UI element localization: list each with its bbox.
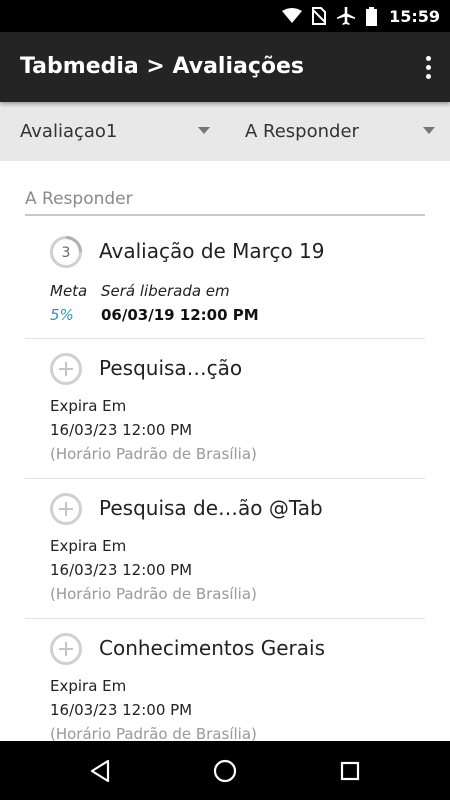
status-time: 15:59 <box>389 6 440 26</box>
progress-count: 3 <box>62 245 71 261</box>
add-circle-icon <box>49 632 83 666</box>
timezone-note: (Horário Padrão de Brasília) <box>50 725 257 741</box>
wifi-icon <box>282 8 303 24</box>
status-bar: 15:59 <box>0 0 450 32</box>
evaluation-list[interactable]: A Responder 3 Avaliação de Março 19 Meta… <box>0 161 450 741</box>
no-sim-icon <box>312 7 327 25</box>
meta-value: 5% <box>50 306 74 324</box>
navigation-bar <box>0 741 450 800</box>
evaluation-card[interactable]: Pesquisa…ção Expira Em 16/03/23 12:00 PM… <box>25 339 425 479</box>
more-vert-icon[interactable] <box>420 52 436 82</box>
release-label: Será liberada em <box>101 282 230 300</box>
status-icons: 15:59 <box>282 4 440 28</box>
status-select[interactable]: A Responder <box>245 102 440 161</box>
card-title: Pesquisa de…ão @Tab <box>99 496 323 520</box>
app-title: Tabmedia > Avaliações <box>20 54 305 79</box>
evaluation-card[interactable]: Pesquisa de…ão @Tab Expira Em 16/03/23 1… <box>25 479 425 619</box>
card-title: Avaliação de Março 19 <box>99 239 325 263</box>
expire-date: 16/03/23 12:00 PM <box>50 561 193 579</box>
progress-circle-icon: 3 <box>49 235 83 269</box>
expire-label: Expira Em <box>50 397 127 415</box>
expire-date: 16/03/23 12:00 PM <box>50 701 193 719</box>
app-bar: Tabmedia > Avaliações <box>0 32 450 102</box>
evaluation-select[interactable]: Avaliaçao1 <box>20 102 215 161</box>
evaluation-select-value: Avaliaçao1 <box>20 121 118 142</box>
meta-label: Meta <box>50 282 88 300</box>
evaluation-card[interactable]: Conhecimentos Gerais Expira Em 16/03/23 … <box>25 619 425 741</box>
battery-icon <box>366 6 378 26</box>
dropdown-arrow-icon <box>198 127 210 134</box>
add-circle-icon <box>49 352 83 386</box>
dropdown-arrow-icon <box>423 127 435 134</box>
recents-icon[interactable] <box>335 756 365 786</box>
section-header: A Responder <box>25 189 425 216</box>
timezone-note: (Horário Padrão de Brasília) <box>50 445 257 463</box>
status-select-value: A Responder <box>245 121 359 142</box>
release-date: 06/03/19 12:00 PM <box>101 306 259 324</box>
card-title: Conhecimentos Gerais <box>99 636 325 660</box>
evaluation-card[interactable]: 3 Avaliação de Março 19 Meta Será libera… <box>25 223 425 339</box>
expire-date: 16/03/23 12:00 PM <box>50 421 193 439</box>
expire-label: Expira Em <box>50 537 127 555</box>
airplane-mode-icon <box>336 6 356 26</box>
filter-bar: Avaliaçao1 A Responder <box>0 102 450 161</box>
back-icon[interactable] <box>85 756 115 786</box>
home-icon[interactable] <box>210 756 240 786</box>
add-circle-icon <box>49 492 83 526</box>
section-header-label: A Responder <box>25 189 133 209</box>
expire-label: Expira Em <box>50 677 127 695</box>
timezone-note: (Horário Padrão de Brasília) <box>50 585 257 603</box>
card-title: Pesquisa…ção <box>99 356 243 380</box>
